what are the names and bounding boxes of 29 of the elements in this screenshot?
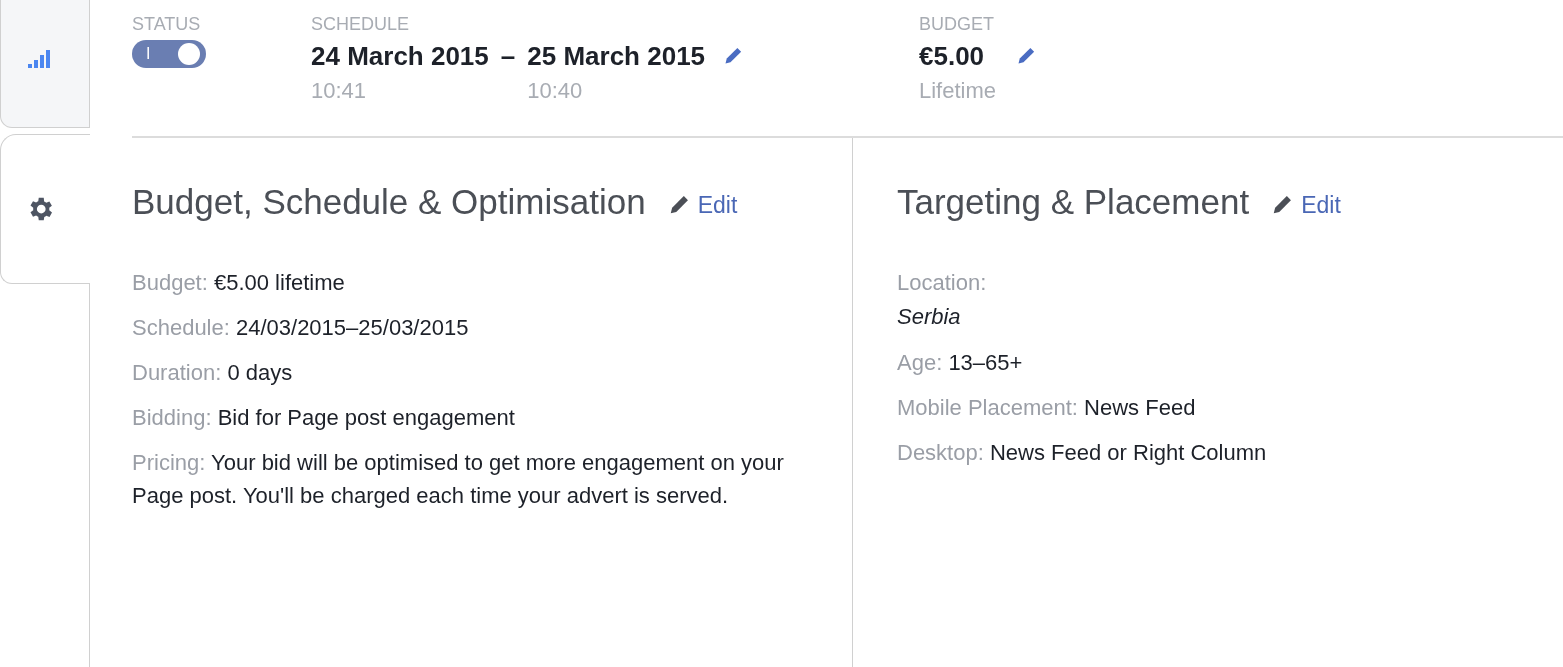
bar-chart-icon xyxy=(28,49,50,68)
start-date: 24 March 2015 xyxy=(311,40,489,73)
section-title: Targeting & Placement xyxy=(897,182,1250,222)
status-toggle[interactable]: I xyxy=(132,40,206,68)
edit-link[interactable]: Edit xyxy=(667,191,738,219)
field-text: Mobile Placement: News Feed xyxy=(897,394,1197,422)
field-text: Duration: 0 days xyxy=(132,359,294,387)
budget-period: Lifetime xyxy=(919,77,998,105)
end-time: 10:40 xyxy=(527,77,584,105)
field-text: Budget: €5.00 lifetime xyxy=(132,269,346,297)
budget-amount: €5.00 xyxy=(919,40,985,73)
start-time: 10:41 xyxy=(311,77,368,105)
date-separator: – xyxy=(499,40,517,73)
field-text: Bidding: Bid for Page post engagement xyxy=(132,404,516,432)
field-label: Location: xyxy=(897,269,988,297)
field-text: Schedule: 24/03/2015–25/03/2015 xyxy=(132,314,470,342)
field-text: Desktop: News Feed or Right Column xyxy=(897,439,1268,467)
pencil-icon[interactable] xyxy=(1016,46,1037,66)
edit-link[interactable]: Edit xyxy=(1271,191,1341,219)
field-value: Serbia xyxy=(897,303,962,331)
pencil-icon[interactable] xyxy=(1271,194,1294,216)
section-title: Budget, Schedule & Optimisation xyxy=(132,182,646,222)
field-text: Pricing: Your bid will be optimised to get more engagement on your Page post. You'll be charged each time your advert is served. xyxy=(132,449,785,510)
end-date: 25 March 2015 xyxy=(527,40,706,73)
pencil-icon[interactable] xyxy=(723,46,744,66)
schedule-label: SCHEDULE xyxy=(311,13,411,36)
budget-label: BUDGET xyxy=(919,13,995,36)
field-text: Age: 13–65+ xyxy=(897,349,1024,377)
status-label: STATUS xyxy=(132,13,202,36)
